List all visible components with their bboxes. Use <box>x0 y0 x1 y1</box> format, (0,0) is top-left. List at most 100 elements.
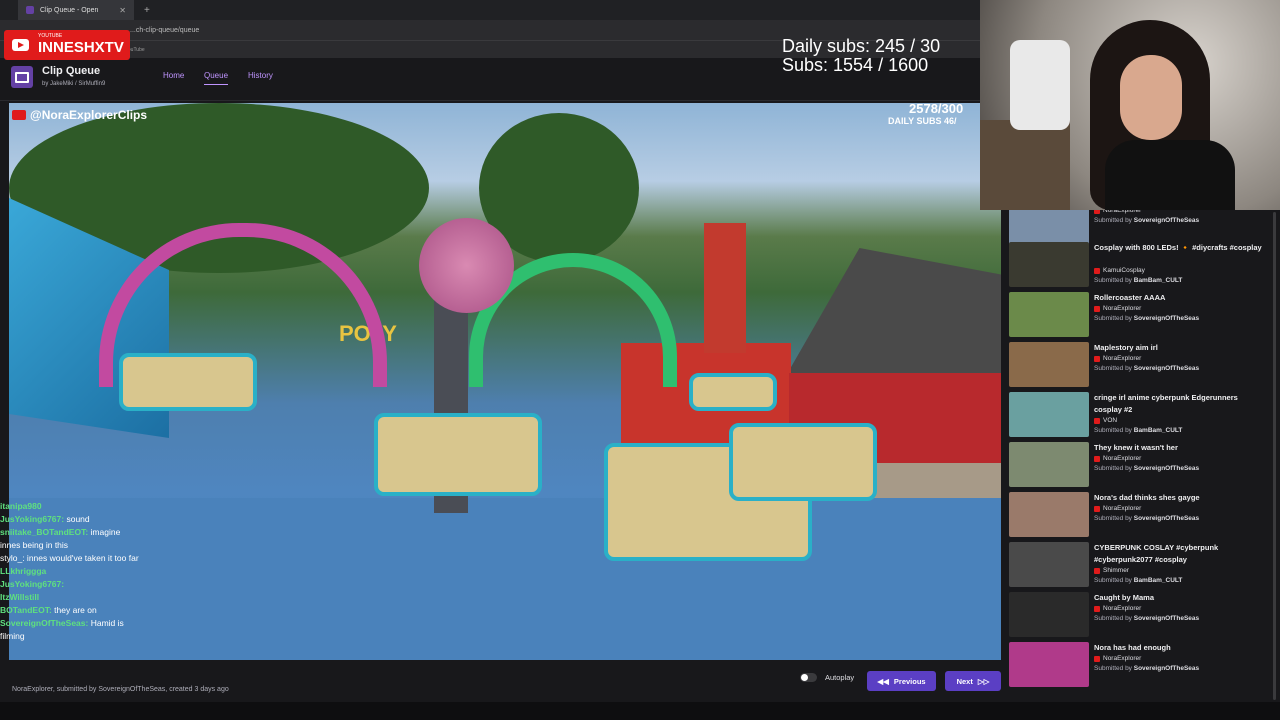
clip-channel: NoraExplorer <box>1094 210 1141 214</box>
queue-item[interactable]: Nora has had enough NoraExplorer Submitted… <box>1008 642 1274 688</box>
autoplay-control[interactable]: Autoplay <box>800 673 854 682</box>
clip-channel: Shimmer <box>1094 567 1129 574</box>
footer-strip <box>0 702 1280 720</box>
fast-forward-icon: ▷▷ <box>977 676 990 686</box>
clip-thumbnail[interactable] <box>1009 292 1089 337</box>
new-tab-icon[interactable]: + <box>144 5 150 16</box>
chat-message: BOTandEOT: they are on <box>0 604 225 617</box>
clip-thumbnail[interactable] <box>1009 492 1089 537</box>
octopus-head-scene <box>419 218 514 313</box>
queue-item[interactable]: Rollercoaster AAAA NoraExplorer Submitted … <box>1008 292 1274 338</box>
queue-scrollbar[interactable] <box>1273 212 1276 700</box>
clip-title: Nora has had enough <box>1094 643 1171 652</box>
author-link-2[interactable]: SirMuffin9 <box>78 81 105 87</box>
clip-queue-list: NoraExplorer Submitted by SovereignOfTheS… <box>1002 210 1280 702</box>
browser-tab[interactable]: Clip Queue - Open ✕ <box>18 0 134 20</box>
app-byline: by JakeMiki / SirMuffin9 <box>42 81 106 87</box>
autoplay-label: Autoplay <box>825 673 855 682</box>
clip-thumbnail[interactable] <box>1009 392 1089 437</box>
clip-title: Cosplay with 800 LEDs! 🔸 #diycrafts #cos… <box>1094 243 1262 252</box>
clip-thumbnail[interactable] <box>1009 242 1089 287</box>
chat-text: filming <box>0 631 25 641</box>
clip-submitter: Submitted by SovereignOfTheSeas <box>1094 465 1200 472</box>
chat-username[interactable]: itanipa980 <box>0 501 42 511</box>
app-logo-icon[interactable] <box>11 66 33 88</box>
queue-item[interactable]: Nora's dad thinks shes gayge NoraExplorer… <box>1008 492 1274 538</box>
youtube-icon <box>1094 355 1100 362</box>
video-counter-overlay: 2578/300 <box>909 103 964 116</box>
close-tab-icon[interactable]: ✕ <box>119 6 126 15</box>
clip-title: Maplestory aim irl <box>1094 343 1158 352</box>
chat-username[interactable]: JusYoking6767: <box>0 514 64 524</box>
youtube-logo-icon <box>12 110 26 120</box>
queue-item[interactable]: Maplestory aim irl NoraExplorer Submitted … <box>1008 342 1274 388</box>
clip-thumbnail[interactable] <box>1009 592 1089 637</box>
youtube-icon <box>1094 655 1100 662</box>
chat-text: innes being in this <box>0 540 69 550</box>
autoplay-toggle[interactable] <box>800 673 817 682</box>
clip-channel: NoraExplorer <box>1094 305 1141 312</box>
youtube-channel-badge: YOUTUBE INNESHXTV <box>4 30 130 60</box>
chat-message: LLkhriggga <box>0 565 225 578</box>
clip-submitter: Submitted by SovereignOfTheSeas <box>1094 217 1200 224</box>
clip-submitter: Submitted by BamBam_CULT <box>1094 277 1183 284</box>
chat-text: stylo_: innes would've taken it too far <box>0 553 139 563</box>
youtube-icon <box>1094 210 1100 214</box>
clip-title: CYBERPUNK COSLAY #cyberpunk #cyberpunk20… <box>1094 543 1219 564</box>
queue-item[interactable]: cringe irl anime cyberpunk Edgerunners c… <box>1008 392 1274 438</box>
chat-username[interactable]: JusYoking6767: <box>0 579 64 589</box>
youtube-icon <box>1094 305 1100 312</box>
clip-submitter: Submitted by SovereignOfTheSeas <box>1094 515 1200 522</box>
clip-channel: NoraExplorer <box>1094 455 1141 462</box>
ride-car-scene <box>729 423 877 501</box>
clip-title: Nora's dad thinks shes gayge <box>1094 493 1200 502</box>
nav-queue[interactable]: Queue <box>204 71 229 85</box>
app-title: Clip Queue <box>42 65 101 77</box>
chat-text: imagine <box>90 527 121 537</box>
clip-submitter: Submitted by BamBam_CULT <box>1094 427 1183 434</box>
next-button[interactable]: Next ▷▷ <box>945 671 1001 691</box>
chat-username[interactable]: sniitake_BOTandEOT: <box>0 527 88 537</box>
clip-submitted-info: NoraExplorer, submitted by SovereignOfTh… <box>12 686 229 693</box>
clip-submitter: Submitted by SovereignOfTheSeas <box>1094 665 1200 672</box>
nav-home[interactable]: Home <box>163 71 184 80</box>
clip-thumbnail[interactable] <box>1009 542 1089 587</box>
clip-thumbnail[interactable] <box>1009 442 1089 487</box>
clip-submitter: Submitted by SovereignOfTheSeas <box>1094 365 1200 372</box>
clip-title: Rollercoaster AAAA <box>1094 293 1166 302</box>
clip-channel: VON <box>1094 417 1117 424</box>
youtube-icon <box>1094 417 1100 424</box>
microphone-scene <box>1010 40 1070 130</box>
url-text: ...ch-clip-queue/queue <box>130 26 200 34</box>
webcam-feed <box>980 0 1280 210</box>
nav-history[interactable]: History <box>248 71 273 80</box>
chat-username[interactable]: BOTandEOT: <box>0 605 52 615</box>
chat-message: itanipa980 <box>0 500 225 513</box>
author-link-1[interactable]: JakeMiki <box>50 81 73 87</box>
queue-item[interactable]: CYBERPUNK COSLAY #cyberpunk #cyberpunk20… <box>1008 542 1274 588</box>
previous-button[interactable]: ◀◀ Previous <box>867 671 936 691</box>
clip-thumbnail[interactable] <box>1009 642 1089 687</box>
youtube-icon <box>1094 455 1100 462</box>
clip-submitter: Submitted by BamBam_CULT <box>1094 577 1183 584</box>
chimney-scene <box>704 223 746 353</box>
browser-tab-bar: Clip Queue - Open ✕ + <box>0 0 980 20</box>
subs-text: Subs: 1554 / 1600 <box>782 55 929 75</box>
chat-username[interactable]: ItzWillstill <box>0 592 39 602</box>
chat-username[interactable]: SovereignOfTheSeas: <box>0 618 88 628</box>
clip-channel: NoraExplorer <box>1094 505 1141 512</box>
youtube-icon <box>1094 567 1100 574</box>
chat-message: sniitake_BOTandEOT: imagine <box>0 526 225 539</box>
chat-username[interactable]: LLkhriggga <box>0 566 46 576</box>
youtube-icon <box>1094 505 1100 512</box>
clip-title: Caught by Mama <box>1094 593 1155 602</box>
queue-item[interactable]: Cosplay with 800 LEDs! 🔸 #diycrafts #cos… <box>1008 242 1274 288</box>
clip-thumbnail[interactable] <box>1009 342 1089 387</box>
video-watermark: @NoraExplorerClips <box>12 108 147 122</box>
queue-item[interactable]: They knew it wasn't her NoraExplorer Submi… <box>1008 442 1274 488</box>
queue-item[interactable]: Caught by Mama NoraExplorer Submitted by S… <box>1008 592 1274 638</box>
clip-title: cringe irl anime cyberpunk Edgerunners c… <box>1094 393 1238 414</box>
chat-message: SovereignOfTheSeas: Hamid is <box>0 617 225 630</box>
youtube-logo-icon <box>12 39 29 51</box>
chat-message: stylo_: innes would've taken it too far <box>0 552 225 565</box>
